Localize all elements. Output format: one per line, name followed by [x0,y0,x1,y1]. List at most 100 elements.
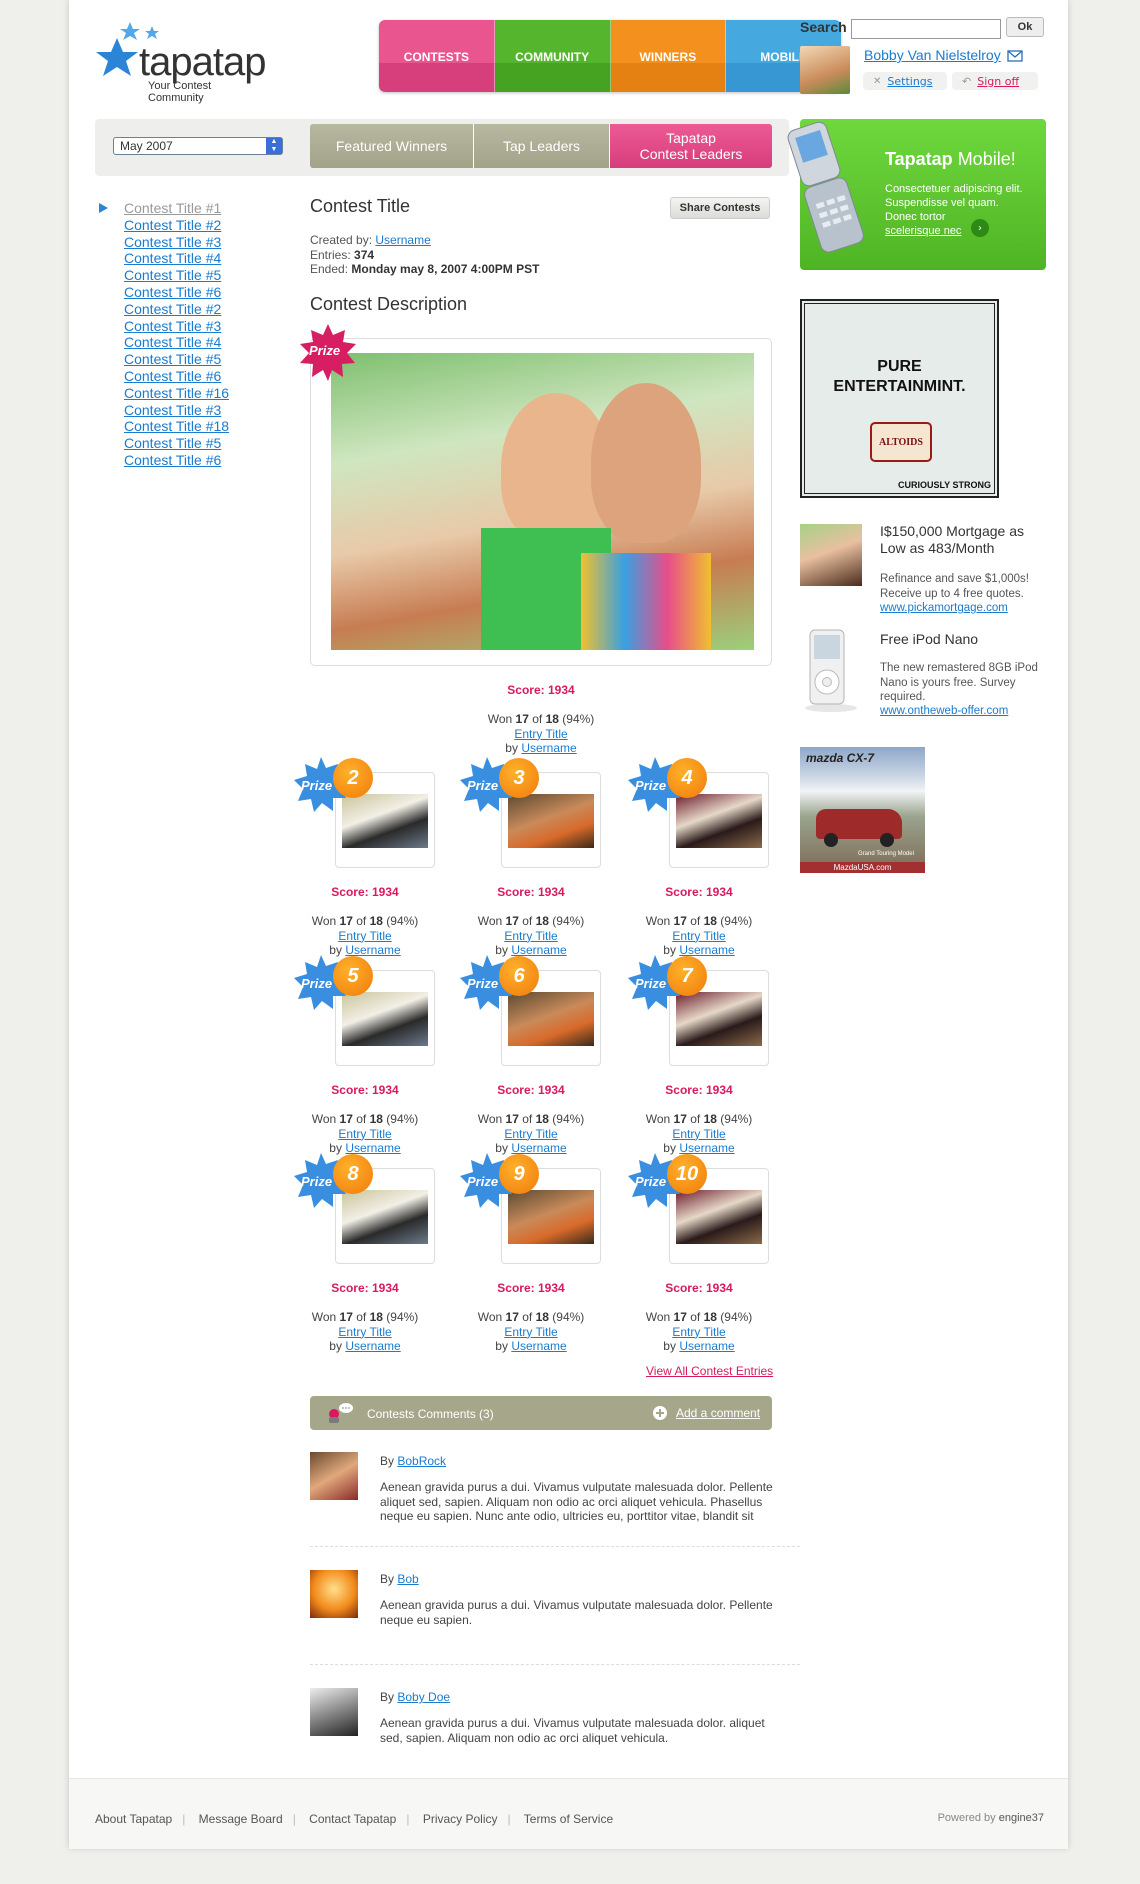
entry-user-link[interactable]: Username [511,1339,566,1353]
powered-brand[interactable]: engine37 [999,1812,1044,1824]
signoff-link[interactable]: Sign off [977,75,1019,88]
ipod-ad-link[interactable]: www.ontheweb-offer.com [880,704,1008,719]
entry-thumbnail[interactable] [342,794,428,848]
add-comment-icon[interactable] [652,1405,668,1421]
ipod-icon[interactable] [800,628,862,712]
contest-list-item[interactable]: Contest Title #16 [124,385,229,402]
entry-title-link[interactable]: Entry Title [338,1127,391,1141]
entry-user-link[interactable]: Username [511,943,566,957]
commenter-link[interactable]: Boby Doe [397,1690,450,1704]
entry-title-link[interactable]: Entry Title [514,727,567,741]
comment-text: Aenean gravida purus a dui. Vivamus vulp… [380,1598,773,1627]
entry-user-link[interactable]: Username [679,1339,734,1353]
promo-link[interactable]: scelerisque nec [885,225,961,237]
entry-user-link[interactable]: Username [511,1141,566,1155]
mortgage-ad-title[interactable]: I$150,000 Mortgage as Low as 483/Month [880,523,1050,557]
rank-badge: 8 [333,1154,373,1194]
prize-label: Prize [301,1174,333,1189]
contest-list-item[interactable]: Contest Title #5 [124,267,229,284]
tab-tap-leaders[interactable]: Tap Leaders [474,124,610,168]
entry-thumbnail[interactable] [508,794,594,848]
contest-list-item[interactable]: Contest Title #5 [124,435,229,452]
won-count: 17 [673,1112,687,1126]
contest-list-item[interactable]: Contest Title #6 [124,452,229,469]
mortgage-ad-image[interactable] [800,524,862,586]
contest-list-item[interactable]: Contest Title #3 [124,234,229,251]
settings-link[interactable]: Settings [887,75,932,88]
signoff-button[interactable]: ↶ Sign off [952,72,1038,90]
entry-thumbnail[interactable] [508,1190,594,1244]
settings-button[interactable]: ✕ Settings [863,72,947,90]
won-pct: (94%) [552,1112,585,1126]
current-arrow-icon [99,203,108,213]
contest-list-item[interactable]: Contest Title #1 [124,200,229,217]
share-contests-button[interactable]: Share Contests [670,197,770,219]
entry-user-link[interactable]: Username [679,1141,734,1155]
nav-winners[interactable]: WINNERS [610,20,727,92]
nav-contests[interactable]: CONTESTS [379,20,495,92]
commenter-link[interactable]: Bob [397,1572,418,1586]
creator-link[interactable]: Username [375,233,430,247]
contest-list-item[interactable]: Contest Title #3 [124,402,229,419]
entry-user-link[interactable]: Username [679,943,734,957]
commenter-avatar[interactable] [310,1570,358,1618]
entry-title-link[interactable]: Entry Title [504,1325,557,1339]
contest-list-item[interactable]: Contest Title #6 [124,368,229,385]
entry-thumbnail[interactable] [676,992,762,1046]
contest-list-item[interactable]: Contest Title #4 [124,250,229,267]
footer-link-terms[interactable]: Terms of Service [524,1812,613,1826]
search-input[interactable] [851,19,1001,39]
commenter-avatar[interactable] [310,1688,358,1736]
entry-title-link[interactable]: Entry Title [504,929,557,943]
footer-link-about[interactable]: About Tapatap [95,1812,172,1826]
entry-thumbnail[interactable] [342,1190,428,1244]
entry-user-link[interactable]: Username [345,1141,400,1155]
contest-list-item[interactable]: Contest Title #4 [124,334,229,351]
contest-list-item[interactable]: Contest Title #2 [124,217,229,234]
entry-title-link[interactable]: Entry Title [672,1127,725,1141]
contest-list-item[interactable]: Contest Title #18 [124,418,229,435]
contest-list-item[interactable]: Contest Title #6 [124,284,229,301]
entry-user-link[interactable]: Username [345,1339,400,1353]
mortgage-ad-link[interactable]: www.pickamortgage.com [880,601,1008,616]
winner-tabs: Featured Winners Tap Leaders Tapatap Con… [310,124,772,168]
user-name-link[interactable]: Bobby Van Nielstelroy [864,47,1001,63]
footer-link-privacy[interactable]: Privacy Policy [423,1812,498,1826]
view-all-entries-link[interactable]: View All Contest Entries [646,1364,773,1378]
footer-links: About Tapatap | Message Board | Contact Ta… [95,1812,614,1826]
contest-list-item[interactable]: Contest Title #2 [124,301,229,318]
user-avatar[interactable] [800,46,850,94]
winner-photo[interactable] [331,353,754,650]
mail-icon[interactable] [1007,50,1023,62]
tab-featured-winners[interactable]: Featured Winners [310,124,474,168]
logo[interactable]: tapatap Your Contest Community [95,22,266,104]
commenter-avatar[interactable] [310,1452,358,1500]
entry-user-link[interactable]: Username [345,943,400,957]
mazda-ad[interactable]: mazda CX-7 Grand Touring Model MazdaUSA.… [800,747,925,873]
contest-list-item[interactable]: Contest Title #3 [124,318,229,335]
month-select[interactable]: May 2007 ▲ ▼ [113,137,283,155]
footer-link-message-board[interactable]: Message Board [199,1812,283,1826]
commenter-link[interactable]: BobRock [397,1454,446,1468]
entry-thumbnail[interactable] [676,794,762,848]
entry-thumbnail[interactable] [508,992,594,1046]
entry-title-link[interactable]: Entry Title [338,1325,391,1339]
contest-list-item[interactable]: Contest Title #5 [124,351,229,368]
entry-title-link[interactable]: Entry Title [338,929,391,943]
entry-thumbnail[interactable] [676,1190,762,1244]
entry-user-link[interactable]: Username [521,741,576,755]
search-ok-button[interactable]: Ok [1006,17,1044,37]
mobile-promo[interactable]: Tapatap Mobile! Consectetuer adipiscing … [787,119,1046,270]
won-pct: (94%) [720,914,753,928]
entry-title-link[interactable]: Entry Title [504,1127,557,1141]
nav-community[interactable]: COMMUNITY [494,20,611,92]
ipod-ad-title[interactable]: Free iPod Nano [880,631,1050,648]
entry-title-link[interactable]: Entry Title [672,929,725,943]
footer-link-contact[interactable]: Contact Tapatap [309,1812,396,1826]
add-comment-link[interactable]: Add a comment [676,1406,760,1420]
promo-arrow-icon[interactable]: › [971,219,989,237]
entry-title-link[interactable]: Entry Title [672,1325,725,1339]
tab-contest-leaders[interactable]: Tapatap Contest Leaders [610,124,772,168]
altoids-ad[interactable]: PURE ENTERTAINMINT. ALTOIDS CURIOUSLY ST… [800,299,999,498]
entry-thumbnail[interactable] [342,992,428,1046]
